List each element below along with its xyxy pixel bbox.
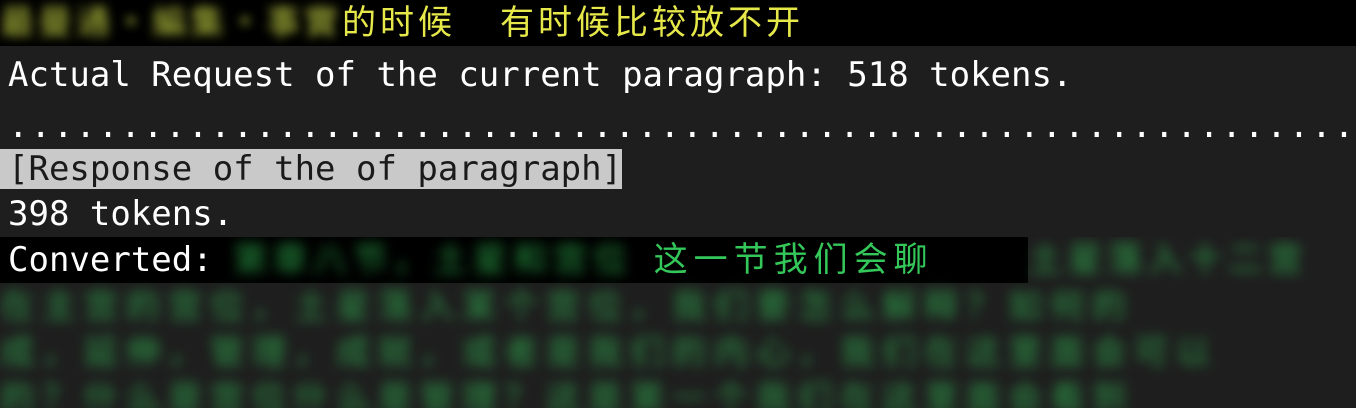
terminal-window[interactable]: 最曼通・編集・事實的时候 有时候比较放不开 Actual Request of t…	[0, 0, 1356, 408]
request-status-text: Actual Request of the current paragraph:…	[8, 55, 1073, 95]
output-text: 的时候	[342, 3, 456, 43]
output-text: 有时候比较放不开	[500, 3, 804, 43]
terminal-line-6: Converted: 第章八节，土星和宫位 这一节我们会聊 土星落入十二宫	[0, 237, 1356, 283]
redacted-line: 在主宫的宫位，土星落入某个宫位，我们要怎么解释？如何的	[0, 287, 1134, 327]
terminal-line-1: 最曼通・編集・事實的时候 有时候比较放不开	[0, 0, 1356, 46]
converted-text: 这一节我们会聊	[653, 240, 934, 280]
selected-text[interactable]: [Response of the of paragraph]	[0, 149, 623, 189]
redacted-text: 最曼通・編集・事實	[0, 3, 342, 43]
terminal-line-2: Actual Request of the current paragraph:…	[0, 52, 1356, 98]
redacted-text: 第章八节，土星和宫位	[233, 240, 634, 280]
redacted-text: 土星落入十二宫	[1028, 240, 1308, 280]
response-tokens-text: 398 tokens.	[8, 194, 234, 234]
converted-label: Converted:	[8, 240, 213, 280]
redacted-line: 成，延伸，管理，成就，或者是我们的内心，我们在这里面会可以	[0, 333, 1218, 373]
terminal-line-5: 398 tokens.	[0, 191, 1356, 237]
terminal-line-4: [Response of the of paragraph]	[0, 146, 1356, 192]
progress-dots: ........................................…	[8, 106, 1356, 146]
redacted-line: 的？什么是宫位什么是管理？这是第一个我们在这里面会看到	[0, 379, 1134, 408]
terminal-line-3: ........................................…	[0, 103, 1356, 149]
